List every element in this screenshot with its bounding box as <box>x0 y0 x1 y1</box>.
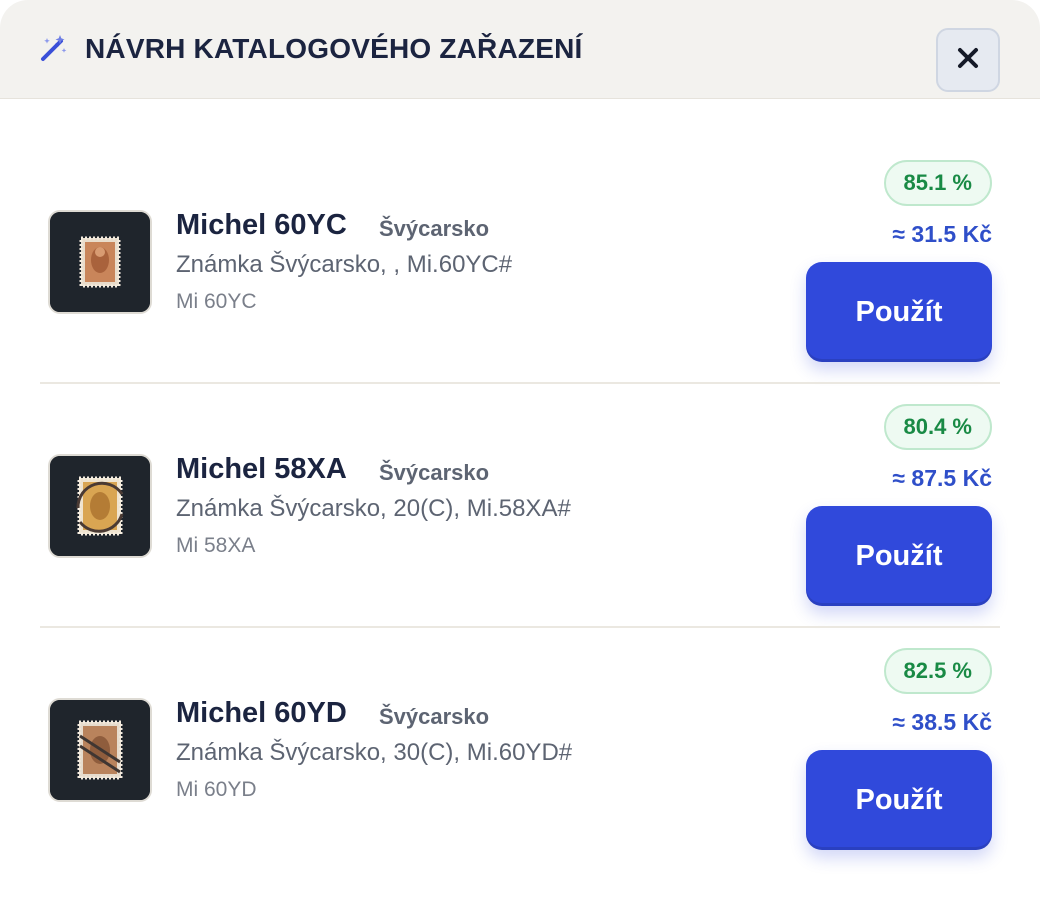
match-badge: 82.5 % <box>883 648 992 694</box>
stamp-thumbnail <box>48 698 152 802</box>
use-button[interactable]: Použít <box>806 506 992 606</box>
use-button[interactable]: Použít <box>806 262 992 362</box>
country-label: Švýcarsko <box>379 216 490 241</box>
price-estimate: ≈ 87.5 Kč <box>892 465 992 491</box>
catalog-code: Mi 58XA <box>176 534 256 557</box>
use-button[interactable]: Použít <box>806 750 992 850</box>
catalog-number: Michel 60YC <box>176 209 347 241</box>
dialog-header: NÁVRH KATALOGOVÉHO ZAŘAZENÍ <box>0 0 1040 99</box>
catalog-number: Michel 60YD <box>176 697 347 729</box>
price-estimate: ≈ 31.5 Kč <box>892 221 992 247</box>
country-label: Švýcarsko <box>379 460 490 485</box>
suggestion-row: Michel 58XA Švýcarsko Známka Švýcarsko, … <box>40 382 1000 626</box>
match-badge: 85.1 % <box>883 160 992 206</box>
classification-dialog: NÁVRH KATALOGOVÉHO ZAŘAZENÍ Michel 60YC … <box>0 0 1040 910</box>
country-label: Švýcarsko <box>379 704 490 729</box>
item-description: Známka Švýcarsko, 30(C), Mi.60YD# <box>176 739 573 766</box>
catalog-number: Michel 58XA <box>176 453 347 485</box>
catalog-code: Mi 60YC <box>176 290 257 313</box>
close-icon <box>956 46 980 75</box>
magic-wand-icon <box>38 34 68 64</box>
price-estimate: ≈ 38.5 Kč <box>892 709 992 735</box>
catalog-code: Mi 60YD <box>176 778 257 801</box>
item-description: Známka Švýcarsko, , Mi.60YC# <box>176 251 513 278</box>
stamp-thumbnail <box>48 210 152 314</box>
close-button[interactable] <box>936 28 1000 92</box>
match-badge: 80.4 % <box>883 404 992 450</box>
item-description: Známka Švýcarsko, 20(C), Mi.58XA# <box>176 495 571 522</box>
suggestion-row: Michel 60YD Švýcarsko Známka Švýcarsko, … <box>40 626 1000 870</box>
stamp-thumbnail <box>48 454 152 558</box>
dialog-title: NÁVRH KATALOGOVÉHO ZAŘAZENÍ <box>85 33 583 64</box>
suggestion-row: Michel 60YC Švýcarsko Známka Švýcarsko, … <box>40 138 1000 382</box>
